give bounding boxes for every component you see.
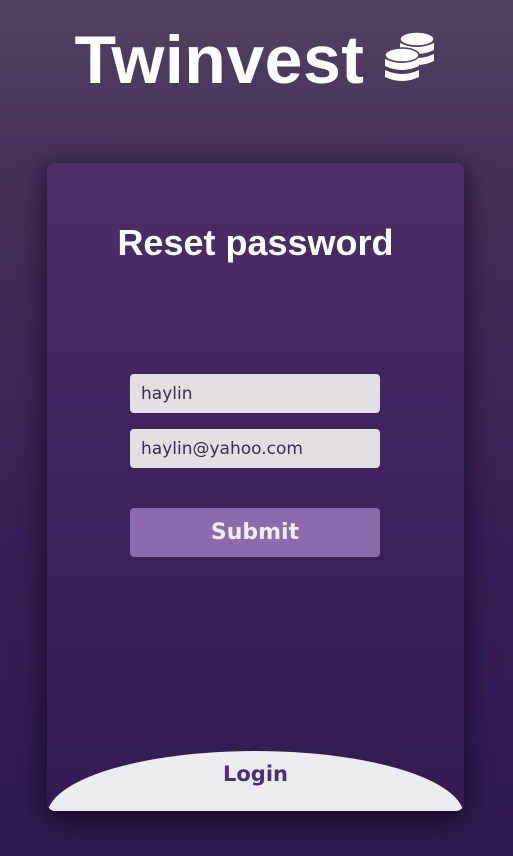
submit-button[interactable]: Submit: [130, 508, 380, 557]
page-title: Reset password: [117, 222, 394, 263]
brand-name: Twinvest: [74, 22, 365, 98]
username-field[interactable]: [130, 374, 380, 413]
coins-stack-icon: [382, 30, 438, 90]
login-link[interactable]: Login: [47, 760, 464, 788]
reset-password-card: Reset password Submit Login: [47, 163, 464, 811]
email-field[interactable]: [130, 429, 380, 468]
brand-header: Twinvest: [0, 22, 513, 98]
